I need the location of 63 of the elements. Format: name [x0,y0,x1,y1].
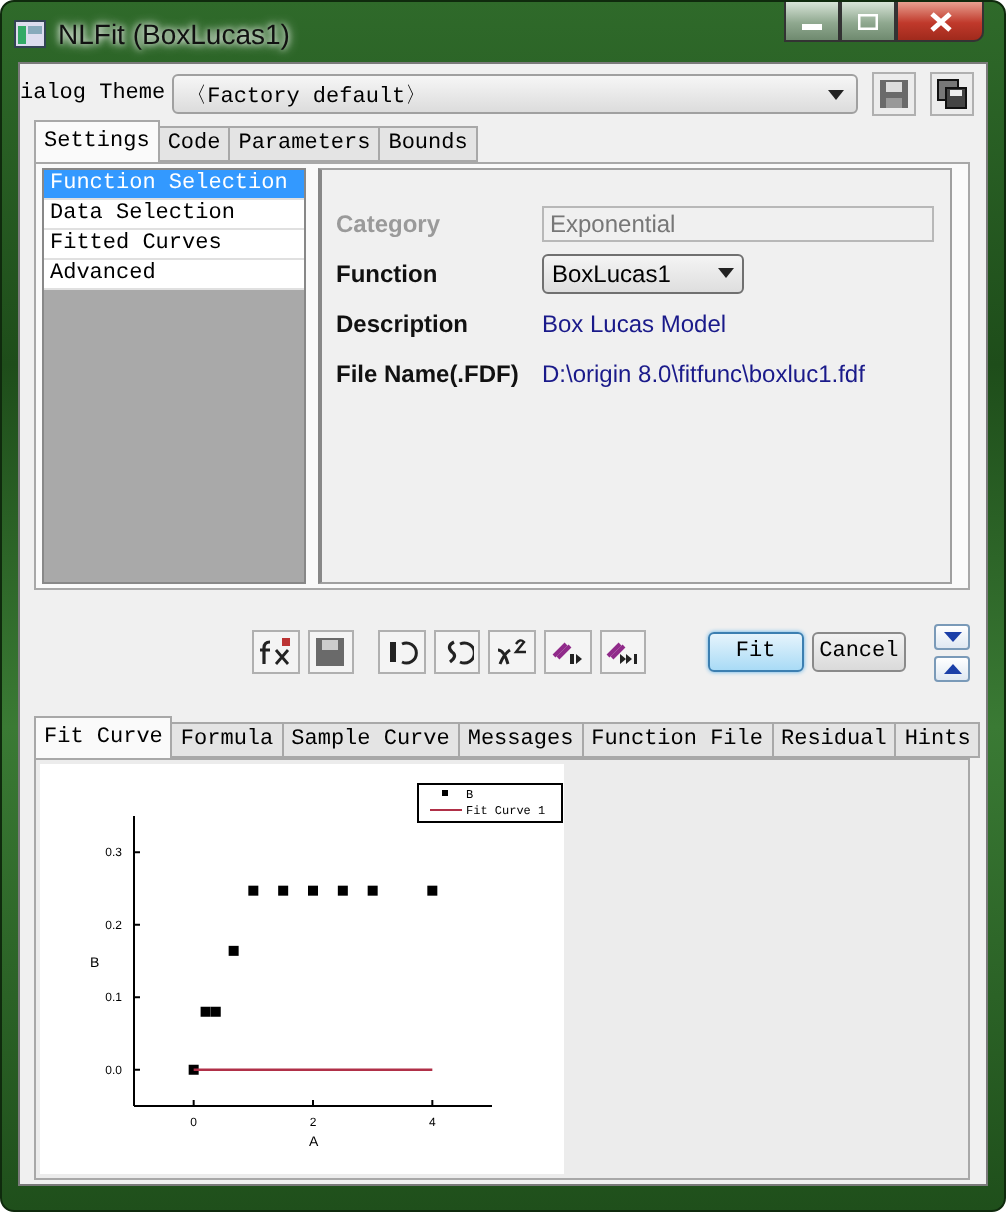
data-point [367,885,378,896]
section-item[interactable]: Data Selection [44,200,304,230]
data-point [278,885,289,896]
reset-icon [385,638,418,666]
data-point [427,885,438,896]
chi-square-button[interactable] [488,630,536,674]
field-label: File Name(.FDF) [336,359,521,387]
save-as-icon [936,78,968,110]
section-item[interactable]: Fitted Curves [44,230,304,260]
field-label: Category [336,209,443,237]
maximize-icon [858,13,878,29]
minimize-button[interactable] [784,2,840,42]
data-point [188,1064,199,1075]
theme-dropdown[interactable]: 〈Factory default〉 [171,74,858,114]
dropdown-arrow-icon [718,268,734,278]
save-as-button[interactable] [930,72,974,116]
section-item[interactable]: Advanced [44,260,304,290]
tab[interactable]: Code [157,126,231,162]
tab[interactable]: Bounds [378,126,478,162]
maximize-button[interactable] [840,2,896,42]
theme-label: ialog Theme [20,82,166,106]
fast-forward-icon [604,638,641,666]
undo-button[interactable] [433,630,481,674]
cancel-button[interactable]: Cancel [811,632,906,672]
window-title: NLFit (BoxLucas1) [58,18,292,50]
save-icon [314,636,347,668]
tab[interactable]: Hints [894,722,981,758]
up-arrow-icon [943,663,961,673]
tab[interactable]: Sample Curve [281,722,460,758]
reset-button[interactable] [378,630,426,674]
iterate-button[interactable] [543,630,592,674]
data-point [337,885,348,896]
tab[interactable]: Fit Curve [34,716,173,758]
down-arrow-icon [943,631,961,641]
close-button[interactable] [896,2,984,42]
tab[interactable]: Settings [34,120,160,162]
function-dropdown[interactable]: BoxLucas1 [542,253,744,293]
field-value: D:\origin 8.0\fitfunc\boxluc1.fdf [542,359,867,387]
tab[interactable]: Parameters [228,126,381,162]
save-button[interactable] [307,630,355,674]
tab[interactable]: Residual [771,722,897,758]
field-label: Function [336,259,440,287]
field-value: Box Lucas Model [542,309,729,337]
field-label: Description [336,309,471,337]
fit-until-converged-button[interactable] [599,630,647,674]
collapse-button[interactable] [934,623,970,649]
iterate-icon [549,638,586,666]
tab[interactable]: Formula [170,722,284,758]
dropdown-arrow-icon [828,89,844,99]
data-point [248,885,259,896]
close-icon [929,11,951,31]
expand-button[interactable] [934,655,970,681]
fit-button[interactable]: Fit [707,632,804,672]
function-button[interactable] [252,630,300,674]
data-point [228,945,239,956]
save-button[interactable] [872,72,916,116]
function-icon [257,638,294,666]
tab[interactable]: Messages [457,722,584,758]
save-icon [878,78,910,110]
tab[interactable]: Function File [581,722,773,758]
app-icon [14,20,46,48]
data-point [308,885,318,896]
chi-square-icon [494,638,531,666]
